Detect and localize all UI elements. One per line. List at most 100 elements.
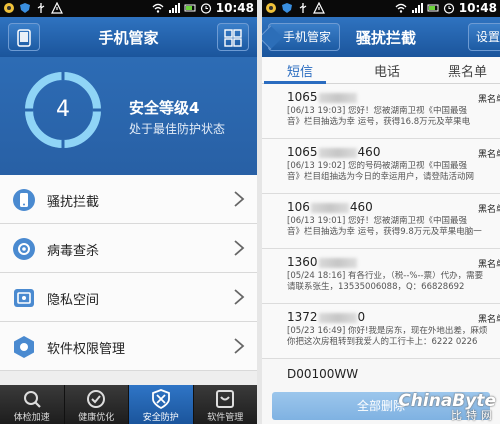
status-time: 10:48 [458,1,497,15]
redacted-number [318,257,357,268]
usb-icon [299,3,307,13]
watermark-logo: ChinaByte 比特网 [398,393,496,422]
status-bar: 10:48 [0,0,257,17]
security-level-number: 4 [56,97,70,122]
warning-icon [313,2,325,14]
list-item[interactable]: 1360 黑名单 [05/24 18:16] 有各行业，（税--%--票）代办，… [262,249,500,304]
chevron-right-icon [234,338,245,354]
notification-app-icon [4,3,14,13]
chevron-right-icon [234,240,245,256]
wifi-icon [152,3,164,13]
sms-sender: 1065 [287,90,358,104]
tab-label: 体检加速 [13,413,50,423]
tab-label: 健康优化 [78,413,115,423]
title-bar: 手机管家 [0,17,257,57]
sms-preview: [05/24 18:16] 有各行业，（税--%--票）代办，需要 请联系张生，1… [287,271,484,292]
battery-icon [184,4,196,12]
tab-calls[interactable]: 电话 [374,61,400,80]
phone-block-icon [13,189,35,211]
back-button-label: 手机管家 [283,30,332,44]
status-time: 10:48 [215,1,254,15]
feature-menu: 骚扰拦截 病毒查杀 隐私空间 软件权限管理 [0,175,257,371]
list-item[interactable]: 106460 黑名单 [06/13 19:01] 您好！您被湖南卫视《中国最强音… [262,194,500,249]
warning-icon [51,2,63,14]
notification-app-icon [266,3,276,13]
sms-sender: D00100WW [287,367,359,381]
menu-item-privacy-space[interactable]: 隐私空间 [0,273,257,322]
alarm-icon [443,3,454,14]
shield-status-icon [20,3,30,13]
blacklist-tag: 黑名单 [478,150,500,160]
shield-scan-icon [13,238,35,260]
menu-item-permission-manager[interactable]: 软件权限管理 [0,322,257,371]
title-bar: 手机管家 骚扰拦截 设置 [262,17,500,57]
chevron-right-icon [234,191,245,207]
blacklist-tag: 黑名单 [478,315,500,325]
checkup-icon [23,391,41,408]
tab-label: 软件管理 [207,413,244,423]
tab-blacklist[interactable]: 黑名单 [448,61,487,80]
watermark-main: ChinaByte [398,391,496,411]
filter-tabs: 短信 电话 黑名单 [262,57,500,84]
security-status-panel: 4 安全等级4 处于最佳防护状态 [0,57,257,175]
security-level-title: 安全等级4 [129,99,200,117]
sms-preview: [05/23 16:49] 你好!我是房东，现在外地出差，麻烦 你把这次房租转到我… [287,326,488,347]
software-box-icon [216,390,235,408]
menu-overflow-row [0,371,257,385]
grid-menu-button[interactable] [217,23,249,51]
security-level-subtitle: 处于最佳防护状态 [129,122,226,136]
blacklist-tag: 黑名单 [478,95,500,105]
right-screen: 10:48 手机管家 骚扰拦截 设置 短信 电话 黑名单 1065 黑名单 [0… [262,0,500,424]
redacted-number [318,147,357,158]
menu-item-harassment-block[interactable]: 骚扰拦截 [0,175,257,224]
permission-hex-icon [14,336,34,358]
chevron-right-icon [234,289,245,305]
sms-sender: 1065 460 [287,145,381,159]
blacklist-tag: 黑名单 [478,260,500,270]
grid-icon [224,29,242,47]
usb-icon [37,3,45,13]
battery-icon [427,4,439,12]
list-item[interactable]: 13720 黑名单 [05/23 16:49] 你好!我是房东，现在外地出差，麻… [262,304,500,359]
menu-item-label: 病毒查杀 [47,244,100,259]
privacy-safe-icon [14,289,34,307]
shield-status-icon [282,3,292,13]
sms-sender: 1372 0 [287,310,366,324]
optimize-check-icon [87,390,106,408]
list-item[interactable]: D00100WW [262,359,500,387]
watermark-sub: 比特网 [451,409,496,422]
sms-preview: [06/13 19:01] 您好！您被湖南卫视《中国最强 音》栏目抽选为幸 运号，… [287,216,482,237]
tab-checkup[interactable]: 体检加速 [0,385,65,424]
list-item[interactable]: 1065460 黑名单 [06/13 19:02] 您的号码被湖南卫视《中国最强… [262,139,500,194]
back-button[interactable]: 手机管家 [268,23,341,51]
blocked-sms-list: 1065 黑名单 [06/13 19:03] 您好！您被湖南卫视《中国最强音》栏… [262,84,500,359]
sms-sender: 1360 [287,255,358,269]
alarm-icon [200,3,211,14]
list-item[interactable]: 1065 黑名单 [06/13 19:03] 您好！您被湖南卫视《中国最强音》栏… [262,84,500,139]
tab-software-manager[interactable]: 软件管理 [194,385,258,424]
settings-button[interactable]: 设置 [468,23,500,51]
menu-item-label: 软件权限管理 [47,342,126,357]
menu-item-label: 隐私空间 [47,293,100,308]
redacted-number [318,312,357,323]
signal-icon [411,3,423,13]
tab-label: 安全防护 [142,413,179,423]
bottom-tab-bar: 体检加速 健康优化 安全防护 软件管理 [0,385,257,424]
sms-preview: [06/13 19:02] 您的号码被湖南卫视《中国最强 音》栏目组抽选为今日的幸… [287,161,475,182]
signal-icon [168,3,180,13]
sms-preview: [06/13 19:03] 您好！您被湖南卫视《中国最强 音》栏目抽选为幸 运号，… [287,106,471,127]
redacted-number [310,202,349,213]
tab-sms[interactable]: 短信 [287,61,313,80]
tab-health-optimize[interactable]: 健康优化 [65,385,129,424]
sms-sender: 106 460 [287,200,373,214]
security-shield-icon [151,389,170,409]
wifi-icon [395,3,407,13]
blacklist-tag: 黑名单 [478,205,500,215]
redacted-number [318,92,357,103]
status-bar: 10:48 [262,0,500,17]
menu-item-virus-scan[interactable]: 病毒查杀 [0,224,257,273]
page-title: 骚扰拦截 [356,29,417,47]
menu-item-label: 骚扰拦截 [47,195,100,210]
left-screen: 10:48 手机管家 4 安全等级4 处于最佳防护状态 骚扰拦截 病毒查杀 隐私… [0,0,257,424]
tab-security-protection[interactable]: 安全防护 [129,385,194,424]
